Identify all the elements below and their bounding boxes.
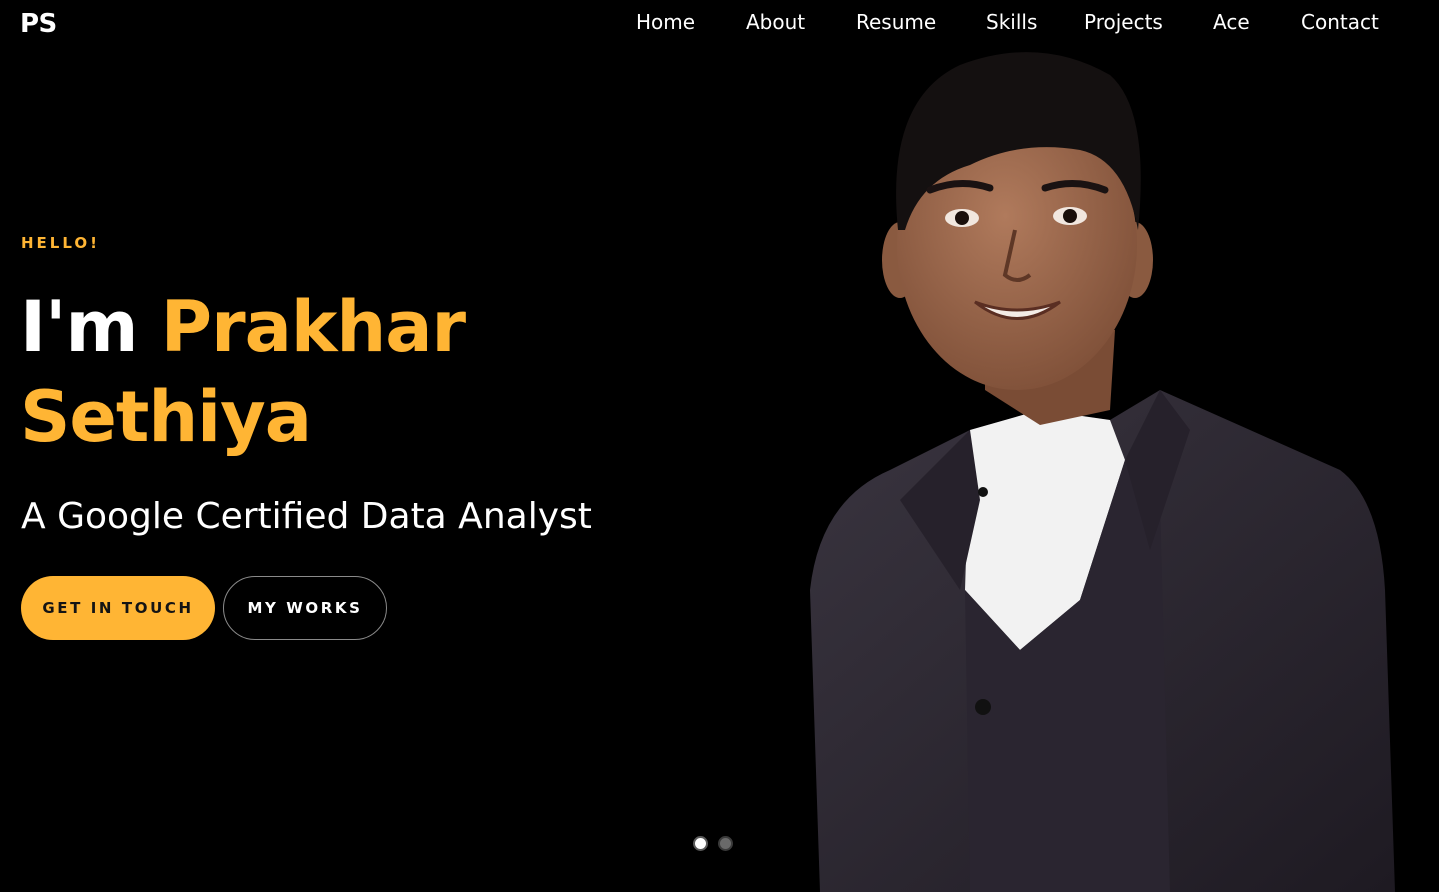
nav-item-home[interactable]: Home: [636, 10, 695, 34]
hero-page: PS Home About Resume Skills Projects Ace…: [0, 0, 1439, 892]
vest-button-icon: [975, 699, 991, 715]
get-in-touch-button[interactable]: GET IN TOUCH: [21, 576, 215, 640]
headline-prefix: I'm: [20, 286, 138, 368]
right-pupil-shape: [1063, 209, 1077, 223]
carousel-dot-1[interactable]: [693, 836, 708, 851]
portrait-photo: [810, 52, 1395, 892]
headline-last-name: Sethiya: [20, 376, 312, 458]
hero-greeting: HELLO!: [21, 234, 100, 252]
hero-headline: I'm Prakhar Sethiya: [20, 282, 580, 462]
hero-subtitle: A Google Certified Data Analyst: [21, 496, 592, 537]
shirt-button-icon: [978, 487, 988, 497]
carousel-dot-2[interactable]: [718, 836, 733, 851]
my-works-button[interactable]: MY WORKS: [223, 576, 387, 640]
headline-first-name: Prakhar: [160, 286, 466, 368]
left-pupil-shape: [955, 211, 969, 225]
